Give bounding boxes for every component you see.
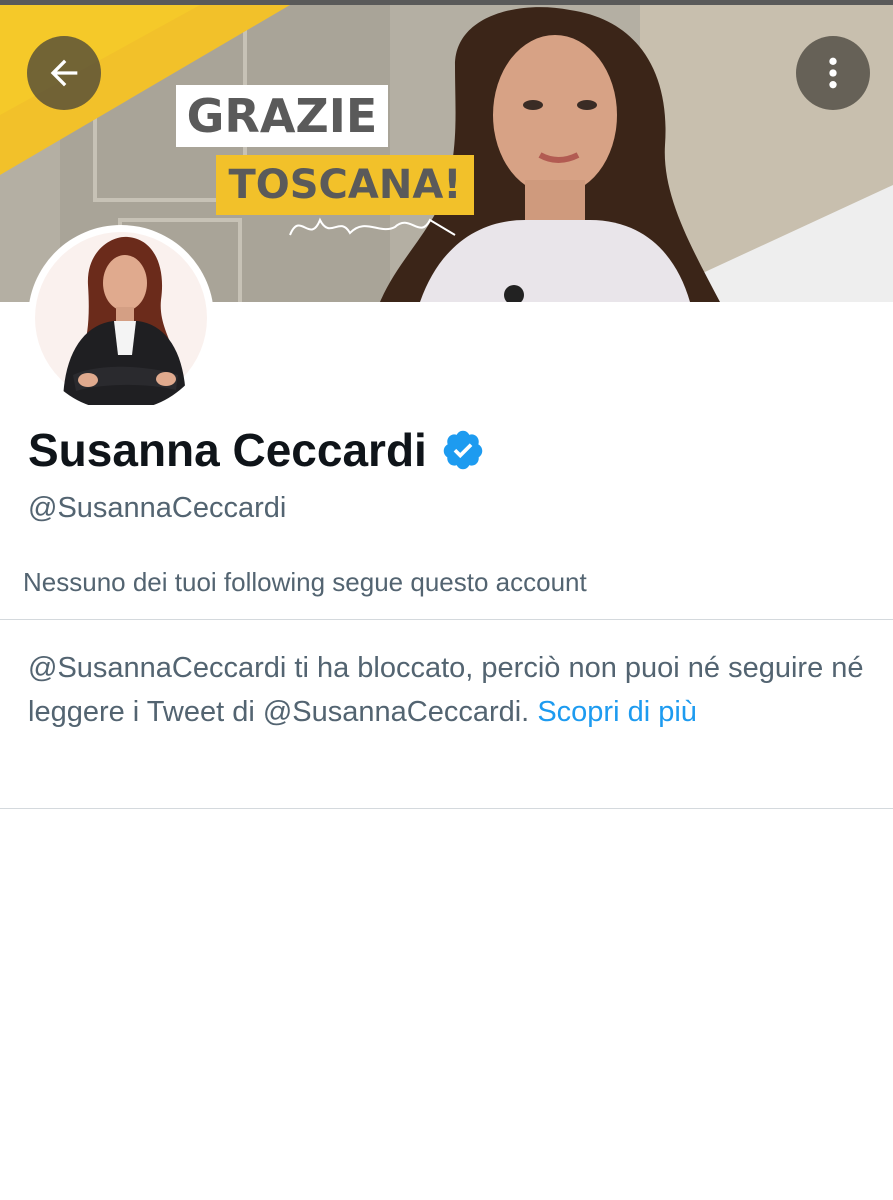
divider bbox=[0, 619, 893, 620]
profile-page: GRAZIE TOSCANA! Susanna Ceccardi @Susann… bbox=[0, 0, 893, 1200]
learn-more-link[interactable]: Scopri di più bbox=[537, 696, 697, 728]
banner-headline-toscana: TOSCANA! bbox=[216, 155, 474, 215]
avatar[interactable] bbox=[28, 225, 214, 411]
divider bbox=[0, 808, 893, 809]
blocked-notice-text: @SusannaCeccardi ti ha bloccato, perciò … bbox=[28, 652, 864, 728]
banner-headline-line2: TOSCANA! bbox=[228, 162, 462, 208]
profile-handle: @SusannaCeccardi bbox=[28, 492, 287, 524]
arrow-left-icon bbox=[50, 59, 78, 87]
banner-headline-line1: GRAZIE bbox=[186, 89, 378, 143]
back-button[interactable] bbox=[27, 36, 101, 110]
profile-name-row: Susanna Ceccardi bbox=[28, 420, 485, 480]
profile-name: Susanna Ceccardi bbox=[28, 424, 427, 476]
vertical-dots-icon bbox=[829, 57, 837, 89]
more-options-button[interactable] bbox=[796, 36, 870, 110]
verified-badge-icon[interactable] bbox=[441, 428, 485, 472]
blocked-notice: @SusannaCeccardi ti ha bloccato, perciò … bbox=[28, 646, 873, 734]
followers-you-know: Nessuno dei tuoi following segue questo … bbox=[23, 567, 587, 597]
banner-headline-grazie: GRAZIE bbox=[176, 85, 388, 147]
avatar-photo bbox=[35, 232, 207, 405]
